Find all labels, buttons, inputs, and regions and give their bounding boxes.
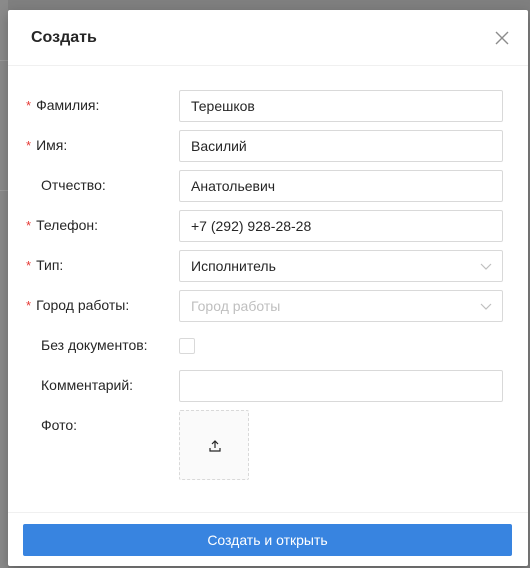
required-marker: * <box>26 98 32 113</box>
no-documents-label-text: Без документов: <box>41 337 148 353</box>
last-name-label-text: Фамилия: <box>36 97 100 113</box>
upload-icon <box>209 440 221 452</box>
city-label-text: Город работы: <box>36 297 130 313</box>
last-name-input[interactable]: Терешков <box>179 90 503 122</box>
first-name-row: * Имя: Василий <box>8 130 528 162</box>
first-name-label: * Имя: <box>26 137 176 153</box>
comment-row: Комментарий: <box>8 370 528 402</box>
required-marker: * <box>26 138 32 153</box>
modal-header: Создать <box>8 10 528 66</box>
city-select[interactable]: Город работы <box>179 290 503 322</box>
photo-label: Фото: <box>26 417 176 433</box>
phone-row: * Телефон: +7 (292) 928-28-28 <box>8 210 528 242</box>
first-name-input[interactable]: Василий <box>179 130 503 162</box>
create-and-open-button[interactable]: Создать и открыть <box>23 524 512 556</box>
photo-upload[interactable] <box>179 410 249 480</box>
comment-label: Комментарий: <box>26 377 176 393</box>
last-name-label: * Фамилия: <box>26 97 176 113</box>
comment-input[interactable] <box>179 370 503 402</box>
required-marker: * <box>26 298 32 313</box>
type-select[interactable]: Исполнитель <box>179 250 503 282</box>
type-label: * Тип: <box>26 257 176 273</box>
type-label-text: Тип: <box>36 257 64 273</box>
chevron-down-icon <box>480 263 492 270</box>
required-marker: * <box>26 258 32 273</box>
no-documents-checkbox[interactable] <box>179 338 195 354</box>
phone-input[interactable]: +7 (292) 928-28-28 <box>179 210 503 242</box>
photo-row: Фото: <box>8 410 528 442</box>
required-marker: * <box>26 218 32 233</box>
middle-name-label: Отчество: <box>26 177 176 193</box>
chevron-down-icon <box>480 303 492 310</box>
backdrop-divider <box>0 190 8 191</box>
photo-label-text: Фото: <box>41 417 78 433</box>
first-name-label-text: Имя: <box>36 137 68 153</box>
city-label: * Город работы: <box>26 297 176 313</box>
city-row: * Город работы: Город работы <box>8 290 528 322</box>
middle-name-row: Отчество: Анатольевич <box>8 170 528 202</box>
middle-name-input[interactable]: Анатольевич <box>179 170 503 202</box>
modal-title: Создать <box>31 29 97 46</box>
city-select-placeholder: Город работы <box>191 298 281 314</box>
modal-footer: Создать и открыть <box>8 512 528 566</box>
backdrop-divider <box>0 60 8 61</box>
type-row: * Тип: Исполнитель <box>8 250 528 282</box>
backdrop <box>0 0 8 568</box>
no-documents-row: Без документов: <box>8 330 528 362</box>
last-name-row: * Фамилия: Терешков <box>8 90 528 122</box>
phone-label-text: Телефон: <box>36 217 99 233</box>
create-modal: Создать * Фамилия: Терешков * Имя: Василий… <box>8 10 528 566</box>
type-select-value: Исполнитель <box>191 258 276 274</box>
close-icon[interactable] <box>492 28 512 48</box>
middle-name-label-text: Отчество: <box>41 177 106 193</box>
comment-label-text: Комментарий: <box>41 377 134 393</box>
no-documents-label: Без документов: <box>26 337 176 353</box>
phone-label: * Телефон: <box>26 217 176 233</box>
